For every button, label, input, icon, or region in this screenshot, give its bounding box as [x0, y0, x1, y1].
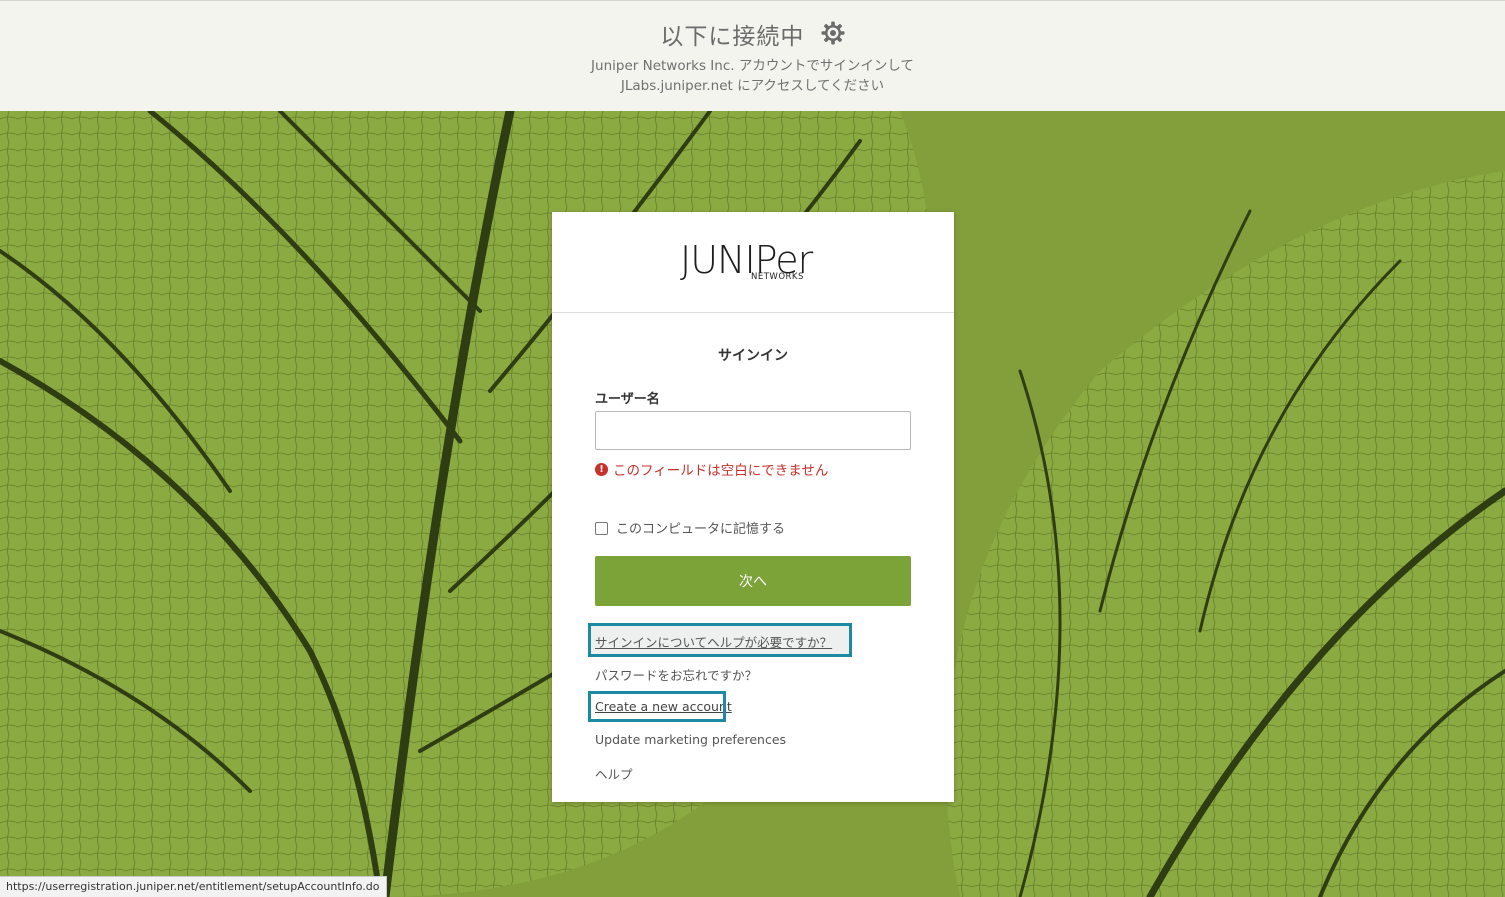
update-marketing-link[interactable]: Update marketing preferences [595, 732, 786, 747]
error-icon: ! [595, 463, 608, 476]
forgot-password-link[interactable]: パスワードをお忘れですか？ [595, 665, 757, 684]
remember-checkbox[interactable] [595, 521, 608, 535]
sign-in-heading: サインイン [718, 348, 788, 364]
gear-icon [821, 21, 845, 51]
username-label: ユーザー名 [595, 392, 660, 407]
connecting-subtitle-line2: JLabs.juniper.net にアクセスしてください [620, 78, 885, 94]
sign-in-card: JUNIPer NETWORKS サインイン ユーザー名 ! このフィールドは空白… [552, 212, 954, 802]
username-error: ! このフィールドは空白にできません [595, 459, 828, 479]
remember-label: このコンピュータに記憶する [616, 522, 786, 537]
logo-area: JUNIPer NETWORKS [552, 212, 954, 313]
connecting-subtitle-line1: Juniper Networks Inc. アカウントでサインインして [591, 58, 914, 74]
connecting-title: 以下に接続中 [0, 17, 1505, 51]
remember-me[interactable]: このコンピュータに記憶する [595, 518, 785, 537]
next-button[interactable]: 次へ [595, 556, 911, 606]
connecting-header: 以下に接続中 Juniper Networks Inc. アカウントでサインイン… [0, 0, 1505, 111]
status-bar-url: https://userregistration.juniper.net/ent… [0, 876, 387, 897]
signin-help-link[interactable]: サインインについてヘルプが必要ですか？ [595, 632, 832, 651]
username-error-text: このフィールドは空白にできません [613, 463, 829, 479]
create-account-link[interactable]: Create a new account [595, 699, 732, 714]
help-link[interactable]: ヘルプ [595, 764, 633, 783]
connecting-title-text: 以下に接続中 [660, 24, 805, 50]
username-input[interactable] [595, 411, 911, 450]
juniper-logo-subtext: NETWORKS [751, 272, 804, 282]
